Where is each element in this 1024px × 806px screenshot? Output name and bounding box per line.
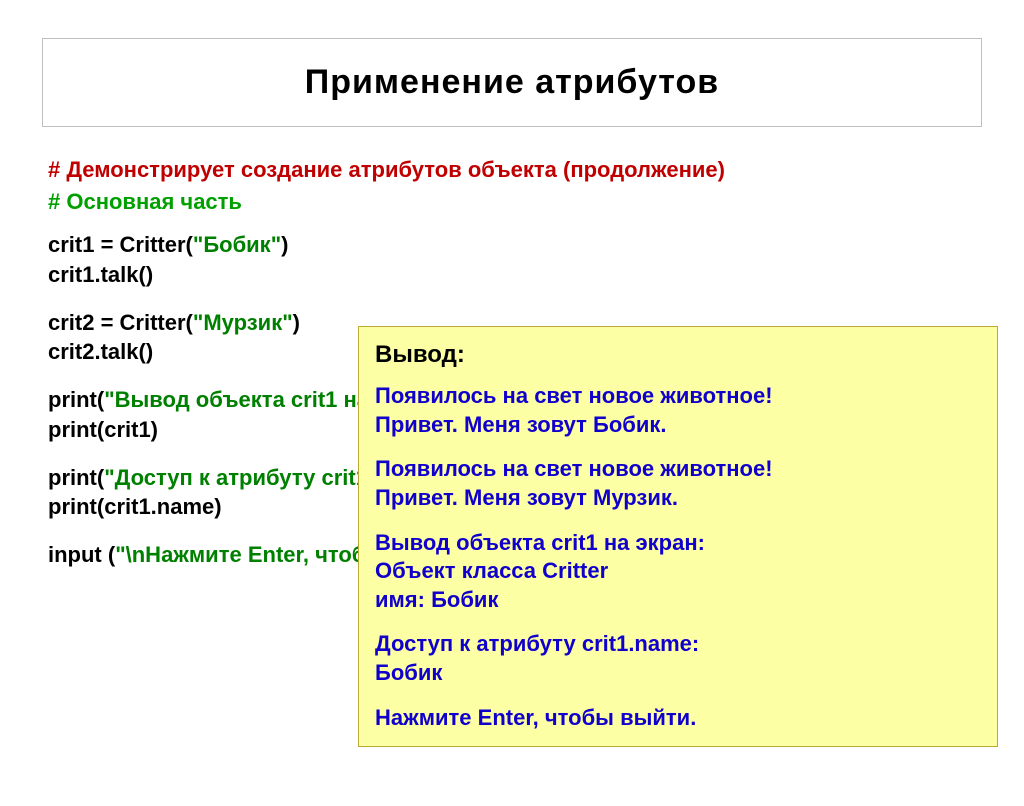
slide-title: Применение атрибутов — [53, 63, 971, 102]
string-literal: "Мурзик" — [193, 310, 293, 335]
output-line: Привет. Меня зовут Бобик. — [375, 411, 981, 440]
output-line: Появилось на свет новое животное! — [375, 382, 981, 411]
string-literal: "Бобик" — [193, 232, 281, 257]
comment-line-1: # Демонстрирует создание атрибутов объек… — [48, 155, 984, 185]
code-text: ) — [293, 310, 300, 335]
output-line: Появилось на свет новое животное! — [375, 455, 981, 484]
code-text: crit1 = Critter( — [48, 232, 193, 257]
output-panel: Вывод: Появилось на свет новое животное!… — [358, 326, 998, 747]
output-line: Вывод объекта crit1 на экран: — [375, 529, 981, 558]
code-text: print( — [48, 387, 104, 412]
output-line: Объект класса Critter — [375, 557, 981, 586]
title-container: Применение атрибутов — [42, 38, 982, 127]
output-text: Появилось на свет новое животное! Привет… — [375, 382, 981, 732]
output-line: Бобик — [375, 659, 981, 688]
output-title: Вывод: — [375, 339, 981, 370]
code-text: ) — [281, 232, 288, 257]
comment-line-2: # Основная часть — [48, 187, 984, 217]
code-block-1: crit1 = Critter("Бобик") crit1.talk() — [48, 230, 984, 289]
code-text: input ( — [48, 542, 115, 567]
code-text: crit1.talk() — [48, 260, 984, 290]
code-text: crit2 = Critter( — [48, 310, 193, 335]
code-text: print( — [48, 465, 104, 490]
output-line: Доступ к атрибуту crit1.name: — [375, 630, 981, 659]
output-line: Нажмите Enter, чтобы выйти. — [375, 704, 981, 733]
output-line: Привет. Меня зовут Мурзик. — [375, 484, 981, 513]
output-line: имя: Бобик — [375, 586, 981, 615]
